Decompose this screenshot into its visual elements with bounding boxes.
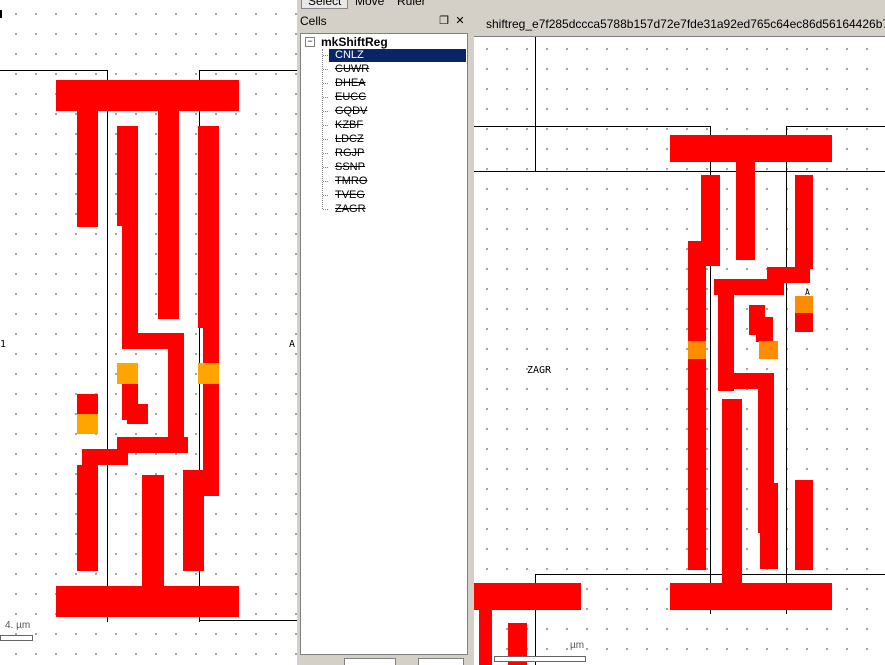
metal-wire (198, 126, 219, 328)
pin-label: A (289, 339, 296, 350)
tree-item-tmro[interactable]: TMRO (329, 175, 373, 188)
metal-rail-top (670, 135, 832, 162)
layout-canvas-left[interactable]: 1 A 4. µm (0, 0, 297, 665)
tree-root-label[interactable]: mkShiftReg (321, 35, 388, 49)
metal-wire (795, 175, 813, 269)
tree-connector (323, 195, 328, 196)
contact-via (688, 341, 706, 359)
tree-connector (322, 49, 323, 209)
tree-item-ssnp[interactable]: SSNP (329, 161, 371, 174)
cell-boundary (535, 37, 536, 172)
tree-connector (323, 181, 328, 182)
scale-bar (494, 656, 586, 662)
contact-via (117, 363, 138, 384)
grid-spinner[interactable] (418, 658, 464, 665)
layout-tab-title[interactable]: shiftreg_e7f285dccca5788b157d72e7fde31a9… (486, 17, 885, 31)
cell-boundary (474, 126, 711, 127)
layout-tab-header[interactable]: shiftreg_e7f285dccca5788b157d72e7fde31a9… (474, 12, 885, 37)
tree-connector (323, 69, 328, 70)
metal-wire (82, 449, 128, 465)
cell-boundary (199, 70, 297, 71)
tree-connector (323, 125, 328, 126)
metal-wire (158, 111, 179, 319)
restore-icon[interactable]: ❐ (437, 13, 451, 29)
metal-wire (127, 404, 148, 424)
metal-rail-bottom (56, 586, 239, 617)
metal-wire (756, 317, 773, 342)
tree-item-gqdv[interactable]: GQDV (329, 105, 373, 118)
tree-connector (323, 83, 328, 84)
tree-item-kzbf[interactable]: KZBF (329, 119, 369, 132)
tree-connector (323, 111, 328, 112)
metal-wire (760, 483, 778, 569)
tree-connector (323, 209, 328, 210)
scale-label: µm (570, 640, 585, 651)
metal-wire (203, 328, 219, 476)
cell-boundary (0, 70, 108, 71)
cell-boundary (786, 126, 885, 127)
pin-label: 1 (0, 339, 7, 350)
tree-connector (323, 139, 328, 140)
tree-connector (323, 55, 328, 56)
metal-rail-bottom (474, 583, 581, 610)
contact-via (198, 363, 219, 384)
cells-panel: Cells ❐ ✕ − mkShiftReg CNLZ CUWR DHEA EU… (299, 12, 469, 665)
scale-bar (0, 635, 33, 641)
metal-wire (714, 279, 784, 295)
collapse-icon[interactable]: − (305, 37, 315, 47)
layout-canvas-right[interactable]: ZAGR A µm (474, 37, 885, 665)
contact-via (759, 341, 778, 359)
metal-wire (142, 475, 164, 586)
cell-boundary (474, 171, 885, 172)
cell-boundary (0, 10, 2, 18)
tab-select[interactable]: Select (301, 0, 349, 9)
metal-wire (688, 390, 706, 570)
cell-boundary (107, 70, 108, 622)
cell-name-label: ZAGR (527, 365, 552, 376)
tree-item-ldcz[interactable]: LDCZ (329, 133, 370, 146)
tree-connector (323, 97, 328, 98)
cells-panel-header: Cells ❐ ✕ (299, 12, 469, 32)
metal-wire (736, 162, 755, 260)
tree-item-cuwr[interactable]: CUWR (329, 63, 375, 76)
contact-via (795, 296, 813, 313)
metal-wire (722, 399, 742, 583)
zoom-spinner[interactable] (344, 658, 396, 665)
metal-rail-bottom (670, 583, 832, 610)
scale-label: 4. µm (5, 620, 31, 631)
tab-ruler[interactable]: Ruler (397, 0, 426, 8)
metal-wire (795, 480, 813, 570)
metal-wire (77, 394, 98, 414)
tree-item-rgjp[interactable]: RGJP (329, 147, 370, 160)
cell-tree[interactable]: − mkShiftReg CNLZ CUWR DHEA EUCC GQDV KZ… (300, 33, 468, 655)
tree-item-tveg[interactable]: TVEG (329, 189, 371, 202)
cell-boundary (199, 620, 297, 621)
tree-item-dhea[interactable]: DHEA (329, 77, 372, 90)
cells-panel-footer (299, 657, 469, 665)
metal-wire (183, 496, 204, 571)
tree-connector (323, 153, 328, 154)
metal-rail-top (56, 80, 239, 111)
metal-wire (479, 610, 492, 665)
cells-panel-title: Cells (300, 14, 327, 28)
metal-wire (117, 126, 138, 226)
contact-via (77, 414, 98, 434)
cell-boundary (535, 574, 885, 575)
tree-item-cnlz[interactable]: CNLZ (329, 49, 466, 62)
toolbar: Select Move Ruler (299, 0, 885, 10)
metal-wire (183, 470, 219, 496)
metal-wire (122, 226, 138, 348)
metal-wire (795, 313, 813, 332)
metal-wire (77, 111, 98, 227)
tree-item-eucc[interactable]: EUCC (329, 91, 372, 104)
metal-wire (168, 333, 184, 453)
tree-item-zagr[interactable]: ZAGR (329, 203, 372, 216)
metal-wire (77, 465, 98, 571)
close-icon[interactable]: ✕ (453, 13, 467, 29)
pin-label: A (805, 288, 810, 297)
tab-move[interactable]: Move (355, 0, 384, 8)
cell-boundary (786, 126, 787, 614)
tree-connector (323, 167, 328, 168)
